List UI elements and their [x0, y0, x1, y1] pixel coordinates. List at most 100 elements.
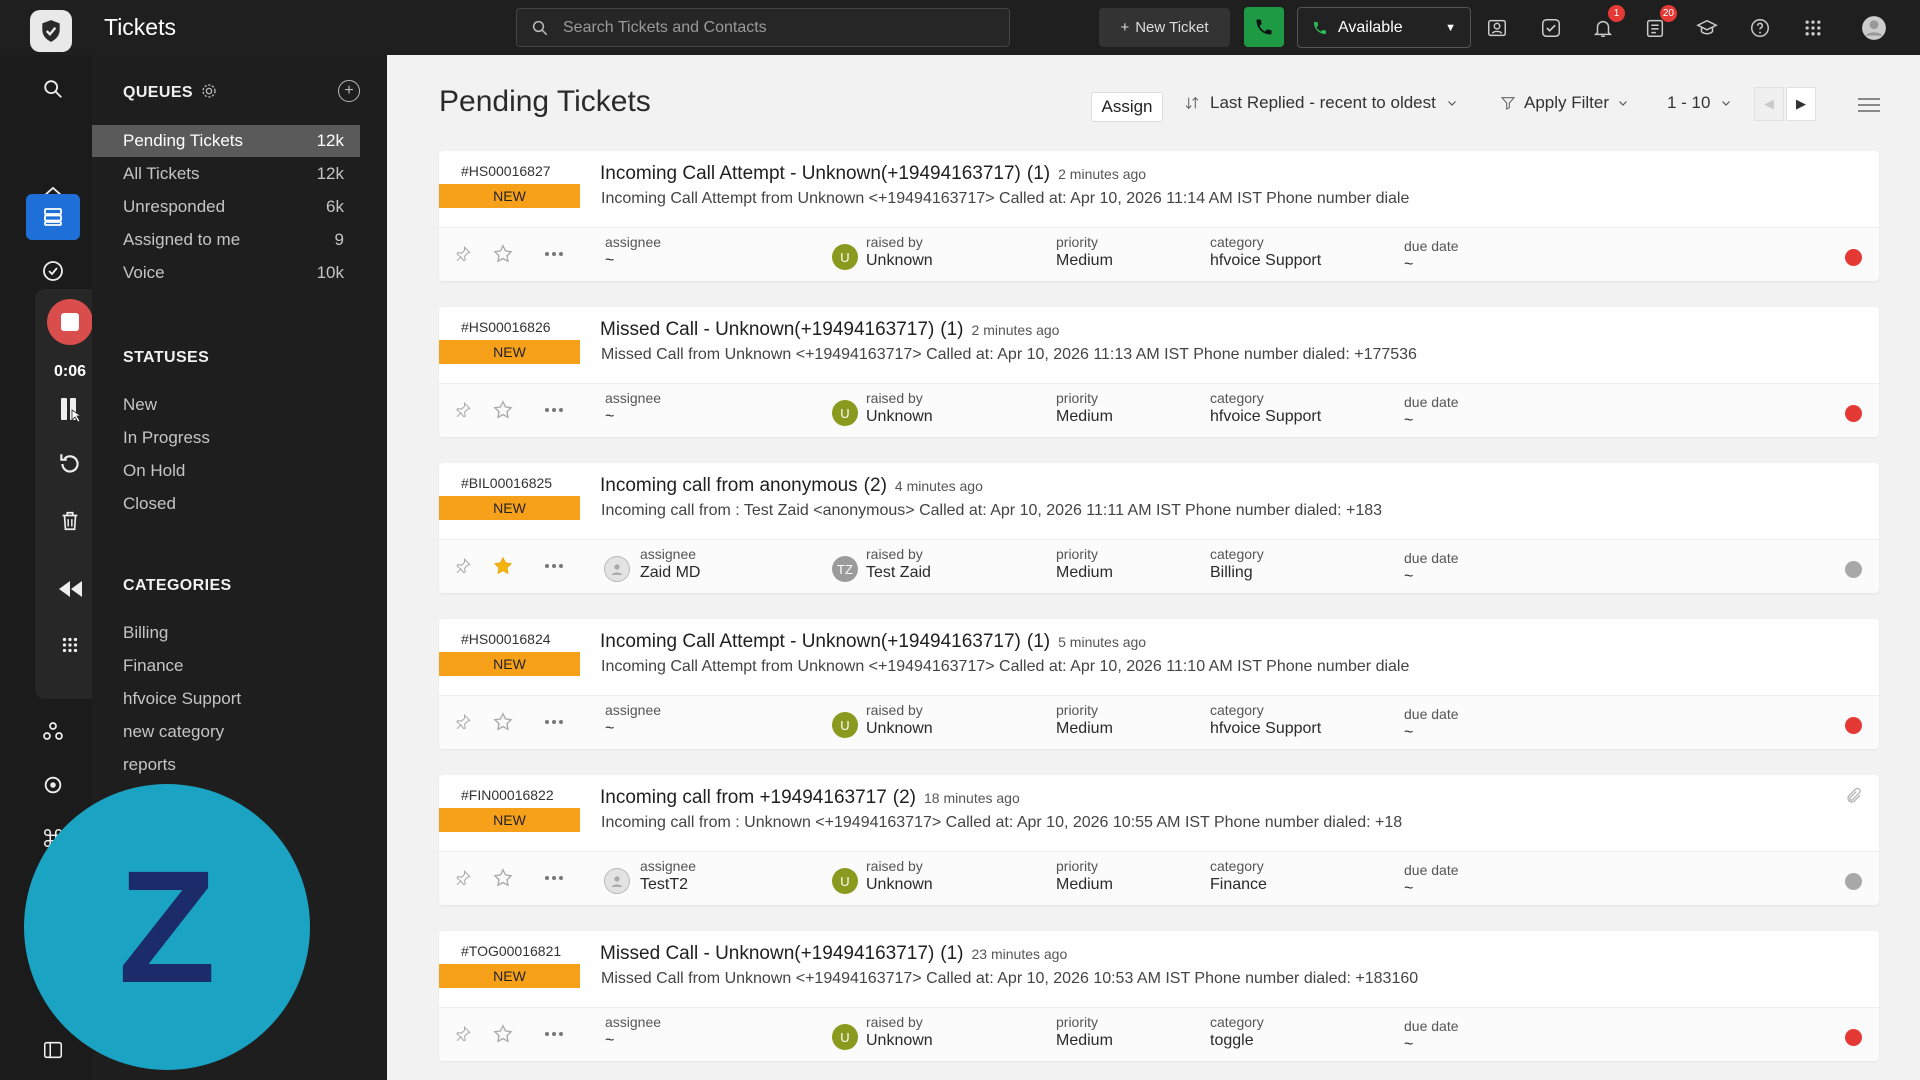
- ticket-subject[interactable]: Incoming Call Attempt - Unknown(+1949416…: [600, 631, 1021, 652]
- more-options-icon[interactable]: [542, 1022, 566, 1046]
- gear-icon[interactable]: [200, 82, 218, 105]
- priority-field[interactable]: priority Medium: [1056, 390, 1113, 426]
- sort-dropdown[interactable]: Last Replied - recent to oldest: [1184, 93, 1458, 113]
- ticket-id[interactable]: #FIN00016822: [461, 787, 554, 803]
- assignee-field[interactable]: assignee ~: [605, 234, 661, 270]
- ticket-subject[interactable]: Missed Call - Unknown(+19494163717): [600, 319, 934, 340]
- pin-icon[interactable]: [451, 398, 475, 422]
- more-options-icon[interactable]: [542, 242, 566, 266]
- apps-grid-icon[interactable]: [1797, 12, 1829, 44]
- app-logo[interactable]: [30, 10, 72, 52]
- ticket-subject-line[interactable]: Missed Call - Unknown(+19494163717) (1) 2 …: [600, 319, 1059, 341]
- add-queue-icon[interactable]: +: [338, 80, 360, 102]
- more-options-icon[interactable]: [542, 866, 566, 890]
- ticket-id[interactable]: #TOG00016821: [461, 943, 561, 959]
- ticket-subject-line[interactable]: Missed Call - Unknown(+19494163717) (1) 23…: [600, 943, 1067, 965]
- category-item-finance[interactable]: Finance: [123, 656, 183, 676]
- priority-field[interactable]: priority Medium: [1056, 234, 1113, 270]
- star-icon[interactable]: [491, 866, 515, 890]
- ticket-card[interactable]: #TOG00016821 NEW Missed Call - Unknown(+…: [439, 931, 1879, 1061]
- assignee-field[interactable]: assignee TestT2: [640, 858, 696, 894]
- pin-icon[interactable]: [451, 242, 475, 266]
- ticket-subject[interactable]: Incoming call from +19494163717: [600, 787, 887, 808]
- phone-call-button[interactable]: [1244, 7, 1284, 47]
- ticket-subject-line[interactable]: Incoming call from +19494163717 (2) 18 min…: [600, 787, 1020, 809]
- search-box[interactable]: [516, 8, 1010, 47]
- priority-field[interactable]: priority Medium: [1056, 546, 1113, 582]
- queue-item-pending-tickets[interactable]: Pending Tickets 12k: [92, 125, 360, 157]
- assignee-field[interactable]: assignee ~: [605, 702, 661, 738]
- category-item-new-category[interactable]: new category: [123, 722, 224, 742]
- queue-item-voice[interactable]: Voice 10k: [92, 257, 360, 289]
- category-item-billing[interactable]: Billing: [123, 623, 168, 643]
- ticket-subject[interactable]: Incoming call from anonymous: [600, 475, 858, 496]
- delete-recording-icon[interactable]: [47, 501, 93, 541]
- more-options-icon[interactable]: [542, 710, 566, 734]
- search-input[interactable]: [563, 18, 983, 37]
- more-options-icon[interactable]: [542, 398, 566, 422]
- ticket-subject[interactable]: Missed Call - Unknown(+19494163717): [600, 943, 934, 964]
- global-search-icon[interactable]: [26, 66, 80, 112]
- stop-recording-button[interactable]: [47, 299, 93, 345]
- restart-recording-icon[interactable]: [47, 444, 93, 484]
- status-item-in-progress[interactable]: In Progress: [123, 428, 210, 448]
- star-icon[interactable]: [491, 710, 515, 734]
- tasks-check-icon[interactable]: [1535, 12, 1567, 44]
- tickets-nav-icon[interactable]: [26, 194, 80, 240]
- category-field[interactable]: category hfvoice Support: [1210, 234, 1321, 270]
- next-page-button[interactable]: ▶: [1786, 87, 1816, 121]
- apply-filter-dropdown[interactable]: Apply Filter: [1500, 93, 1629, 113]
- contacts-icon[interactable]: [26, 708, 80, 754]
- queue-item-assigned-to-me[interactable]: Assigned to me 9: [92, 224, 360, 256]
- ticket-subject-line[interactable]: Incoming Call Attempt - Unknown(+1949416…: [600, 163, 1146, 185]
- pin-icon[interactable]: [451, 1022, 475, 1046]
- queue-item-all-tickets[interactable]: All Tickets 12k: [92, 158, 360, 190]
- user-avatar-icon[interactable]: [1858, 12, 1890, 44]
- status-item-new[interactable]: New: [123, 395, 157, 415]
- ticket-id[interactable]: #HS00016826: [461, 319, 551, 335]
- assignee-field[interactable]: assignee ~: [605, 390, 661, 426]
- ticket-subject-line[interactable]: Incoming Call Attempt - Unknown(+1949416…: [600, 631, 1146, 653]
- due-date-field[interactable]: due date ~: [1404, 394, 1459, 430]
- star-icon[interactable]: [491, 242, 515, 266]
- rewind-icon[interactable]: [47, 569, 93, 609]
- star-icon[interactable]: [491, 1022, 515, 1046]
- category-field[interactable]: category Billing: [1210, 546, 1264, 582]
- ticket-id[interactable]: #HS00016824: [461, 631, 551, 647]
- due-date-field[interactable]: due date ~: [1404, 550, 1459, 586]
- ticket-card[interactable]: #HS00016824 NEW Incoming Call Attempt - …: [439, 619, 1879, 749]
- due-date-field[interactable]: due date ~: [1404, 1018, 1459, 1054]
- ticket-card[interactable]: #FIN00016822 NEW Incoming call from +194…: [439, 775, 1879, 905]
- star-icon[interactable]: [491, 398, 515, 422]
- availability-select[interactable]: Available ▼: [1297, 7, 1471, 48]
- priority-field[interactable]: priority Medium: [1056, 702, 1113, 738]
- list-view-menu-icon[interactable]: [1854, 91, 1884, 119]
- category-field[interactable]: category hfvoice Support: [1210, 702, 1321, 738]
- category-item-reports[interactable]: reports: [123, 755, 176, 775]
- activities-icon[interactable]: 20: [1639, 5, 1677, 44]
- due-date-field[interactable]: due date ~: [1404, 238, 1459, 274]
- assignee-field[interactable]: assignee Zaid MD: [640, 546, 700, 582]
- status-item-closed[interactable]: Closed: [123, 494, 176, 514]
- ticket-card[interactable]: #HS00016827 NEW Incoming Call Attempt - …: [439, 151, 1879, 281]
- more-options-icon[interactable]: [542, 554, 566, 578]
- refresh-sync-icon[interactable]: [26, 762, 80, 808]
- priority-field[interactable]: priority Medium: [1056, 858, 1113, 894]
- star-filled-icon[interactable]: [491, 554, 515, 578]
- due-date-field[interactable]: due date ~: [1404, 706, 1459, 742]
- category-field[interactable]: category toggle: [1210, 1014, 1264, 1050]
- help-icon[interactable]: [1744, 12, 1776, 44]
- priority-field[interactable]: priority Medium: [1056, 1014, 1113, 1050]
- assign-button[interactable]: Assign: [1091, 92, 1163, 122]
- pause-recording-icon[interactable]: [47, 389, 93, 429]
- category-field[interactable]: category Finance: [1210, 858, 1267, 894]
- ticket-card[interactable]: #BIL00016825 NEW Incoming call from anon…: [439, 463, 1879, 593]
- recorder-menu-dots-icon[interactable]: [47, 625, 93, 665]
- pin-icon[interactable]: [451, 710, 475, 734]
- notifications-bell-icon[interactable]: 1: [1587, 5, 1625, 44]
- previous-page-button[interactable]: ◀: [1754, 87, 1784, 121]
- queue-item-unresponded[interactable]: Unresponded 6k: [92, 191, 360, 223]
- ticket-subject[interactable]: Incoming Call Attempt - Unknown(+1949416…: [600, 163, 1021, 184]
- tasks-nav-icon[interactable]: [26, 248, 80, 294]
- ticket-subject-line[interactable]: Incoming call from anonymous (2) 4 minutes…: [600, 475, 983, 497]
